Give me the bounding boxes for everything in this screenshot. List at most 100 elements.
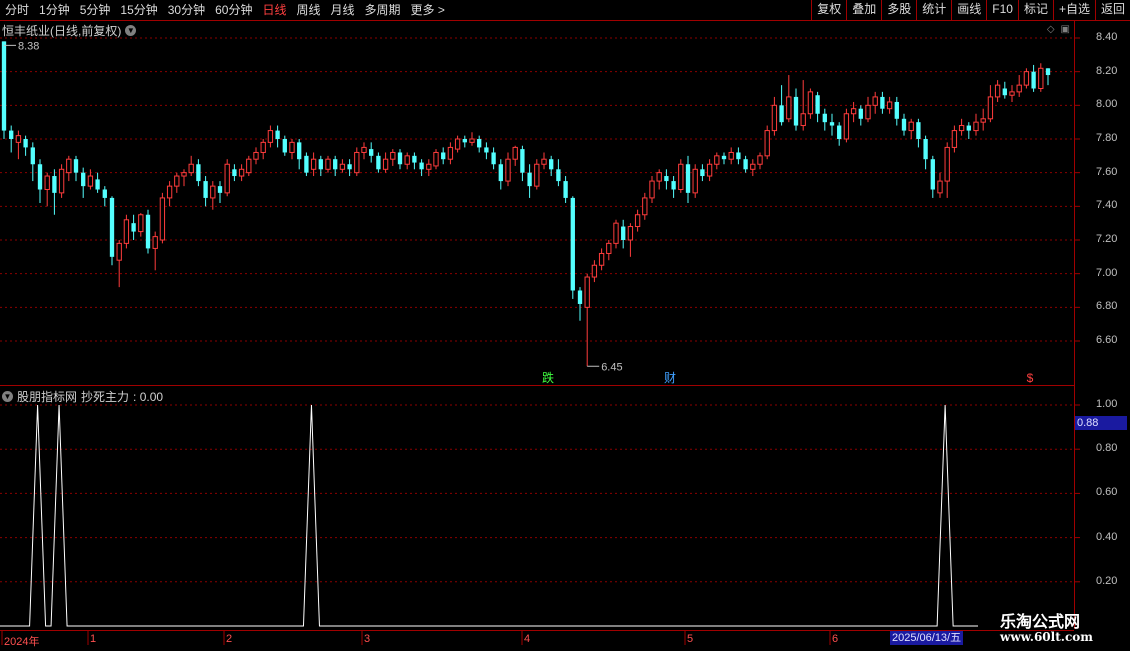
candle-body (369, 149, 374, 156)
candle-body (685, 164, 691, 193)
candle-body (872, 96, 878, 106)
candle-body (267, 130, 274, 143)
candle-body (404, 155, 410, 165)
candle-body (520, 149, 525, 173)
price-tick-label: 8.40 (1096, 31, 1118, 43)
candle-body (786, 96, 792, 120)
date-tick-label: 2024年 (4, 636, 40, 648)
candle-body (779, 105, 784, 123)
price-tick-label: 7.20 (1096, 233, 1118, 245)
candle-body (757, 155, 763, 165)
candle-body (1045, 68, 1051, 76)
candle-body (419, 162, 424, 170)
candle-body (815, 95, 820, 114)
candle-body (217, 186, 223, 193)
candle-body (721, 155, 727, 160)
candle-body (52, 176, 57, 193)
candle-body (527, 172, 532, 187)
panel-divider[interactable] (0, 385, 1074, 386)
candle-body (382, 158, 389, 170)
signal-marker-1: 财 (664, 371, 676, 385)
candle-body (865, 104, 871, 120)
indicator-current-value: 0.88 (1075, 416, 1127, 430)
candle-body (807, 91, 814, 115)
candle-body (232, 169, 237, 177)
candle-body (764, 130, 770, 157)
candle-body (339, 163, 346, 170)
candle-body (376, 155, 381, 170)
candle-body (447, 146, 454, 160)
candle-body (800, 113, 806, 127)
candle-body (123, 219, 130, 244)
axis-divider (1074, 21, 1075, 629)
indicator-tick-label: 0.40 (1096, 530, 1118, 543)
candle-body (253, 151, 259, 160)
candle-body (310, 158, 317, 170)
candle-body (152, 236, 158, 249)
candle-body (131, 223, 136, 232)
candle-body (412, 155, 417, 163)
candle-body (621, 226, 626, 240)
candle-body (930, 159, 935, 190)
candle-body (354, 151, 360, 174)
candle-body (304, 155, 309, 173)
indicator-tick-label: 0.80 (1096, 442, 1118, 455)
candle-body (426, 163, 432, 170)
candle-body (534, 163, 540, 187)
candle-body (109, 197, 115, 257)
candle-body (441, 152, 446, 160)
candle-body (1016, 84, 1022, 93)
candle-body (9, 130, 14, 139)
candle-body (15, 135, 22, 143)
candle-body (606, 242, 612, 254)
candle-body (664, 176, 669, 182)
candle-body (81, 172, 86, 187)
candle-body (138, 214, 144, 233)
indicator-title[interactable]: ▼ 股朋指标网 抄死主力 : 0.00 (2, 388, 163, 405)
candle-body (289, 141, 295, 153)
indicator-tick-label: 0.60 (1096, 486, 1118, 499)
candle-body (837, 125, 842, 139)
candle-body (282, 139, 287, 153)
watermark-url: www.60lt.com (1000, 630, 1093, 644)
candle-body (44, 175, 50, 191)
candle-body (678, 163, 684, 190)
candle-body (66, 158, 72, 174)
candle-body (246, 158, 252, 174)
candle-body (549, 159, 554, 170)
candle-body (505, 158, 511, 182)
candle-body (224, 163, 230, 194)
price-tick-label: 6.80 (1096, 300, 1118, 313)
candle-body (462, 139, 467, 143)
watermark-title: 乐淘公式网 (1000, 612, 1081, 631)
price-tick-label: 7.40 (1096, 199, 1118, 212)
candle-body (937, 180, 943, 194)
candle-body (318, 159, 323, 170)
candle-body (477, 139, 482, 148)
candle-body (656, 172, 662, 182)
candle-body (973, 121, 979, 132)
candle-body (750, 163, 756, 170)
candle-body (706, 163, 713, 177)
candle-body (577, 290, 583, 304)
candle-body (145, 214, 151, 249)
candle-body (598, 252, 605, 266)
candle-body (541, 158, 547, 165)
chevron-down-icon[interactable]: ▼ (2, 391, 13, 402)
date-tick-label: 3 (364, 633, 371, 645)
candle-body (73, 159, 79, 173)
candle-body (174, 175, 180, 187)
current-date: 2025/06/13/五 (890, 631, 964, 645)
candle-body (333, 159, 338, 170)
candle-body (916, 122, 921, 139)
candle-body (484, 147, 489, 153)
candle-body (30, 147, 35, 165)
candle-body (181, 172, 187, 177)
candle-body (188, 163, 194, 174)
price-chart[interactable]: 8.38 6.45 跌 财 $ (0, 0, 1130, 650)
price-tick-label: 7.60 (1096, 165, 1118, 178)
candle-body (966, 125, 971, 131)
candle-body (1, 41, 7, 131)
candle-body (736, 152, 741, 160)
indicator-series-line (0, 404, 978, 627)
